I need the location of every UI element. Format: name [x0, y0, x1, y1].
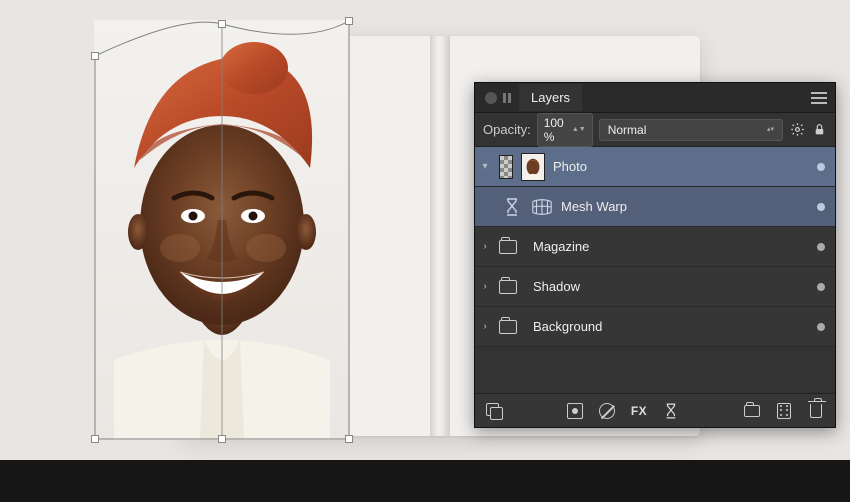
layer-name-label[interactable]: Photo	[553, 159, 809, 174]
panel-header: Layers	[475, 83, 835, 113]
layer-row-photo[interactable]: ▾ Photo	[475, 147, 835, 187]
layer-row-meshwarp[interactable]: Mesh Warp	[475, 187, 835, 227]
layer-row-shadow[interactable]: › Shadow	[475, 267, 835, 307]
gear-icon[interactable]	[789, 122, 805, 138]
photo-content	[94, 20, 350, 440]
panel-menu-icon[interactable]	[809, 90, 829, 106]
folder-icon	[499, 320, 517, 334]
live-filter-icon	[501, 198, 523, 216]
close-dot[interactable]	[485, 92, 497, 104]
opacity-value: 100 %	[544, 116, 569, 144]
photo-layer[interactable]	[94, 20, 350, 440]
blend-mode-value: Normal	[608, 123, 647, 137]
mesh-warp-icon	[531, 197, 553, 217]
dock-icon[interactable]	[503, 93, 511, 103]
layer-name-label[interactable]: Mesh Warp	[561, 199, 809, 214]
expand-toggle[interactable]: ›	[479, 281, 491, 292]
opacity-label: Opacity:	[483, 122, 531, 137]
adjustment-icon[interactable]	[598, 402, 616, 420]
visibility-toggle[interactable]	[817, 243, 825, 251]
layer-name-label[interactable]: Shadow	[533, 279, 809, 294]
opacity-input[interactable]: 100 % ▲▼	[537, 113, 593, 147]
blend-opacity-row: Opacity: 100 % ▲▼ Normal ▴▾	[475, 113, 835, 147]
layer-name-label[interactable]: Background	[533, 319, 809, 334]
layers-panel: Layers Opacity: 100 % ▲▼ Normal ▴▾ ▾	[474, 82, 836, 428]
tab-layers[interactable]: Layers	[519, 84, 582, 111]
stepper-icon[interactable]: ▲▼	[572, 127, 586, 132]
live-filter-icon[interactable]	[662, 402, 680, 420]
fx-icon[interactable]: FX	[630, 402, 648, 420]
layer-thumbnail[interactable]	[521, 153, 545, 181]
delete-icon[interactable]	[807, 402, 825, 420]
expand-toggle[interactable]: ›	[479, 321, 491, 332]
expand-toggle[interactable]: ›	[479, 241, 491, 252]
expand-toggle[interactable]: ▾	[479, 161, 491, 172]
folder-icon	[499, 240, 517, 254]
visibility-toggle[interactable]	[817, 283, 825, 291]
folder-icon	[499, 280, 517, 294]
layer-name-label[interactable]: Magazine	[533, 239, 809, 254]
blend-mode-select[interactable]: Normal ▴▾	[599, 119, 783, 141]
lock-icon[interactable]	[811, 122, 827, 138]
mask-icon[interactable]	[566, 402, 584, 420]
layers-stack-icon[interactable]	[485, 402, 503, 420]
options-icon[interactable]	[775, 402, 793, 420]
dropdown-stepper-icon: ▴▾	[767, 127, 774, 132]
panel-footer: FX	[475, 393, 835, 427]
new-group-icon[interactable]	[743, 402, 761, 420]
layer-row-background[interactable]: › Background	[475, 307, 835, 347]
alpha-checker-icon	[499, 155, 513, 179]
visibility-toggle[interactable]	[817, 323, 825, 331]
layer-row-magazine[interactable]: › Magazine	[475, 227, 835, 267]
layers-list: ▾ Photo	[475, 147, 835, 427]
visibility-toggle[interactable]	[817, 163, 825, 171]
visibility-toggle[interactable]	[817, 203, 825, 211]
